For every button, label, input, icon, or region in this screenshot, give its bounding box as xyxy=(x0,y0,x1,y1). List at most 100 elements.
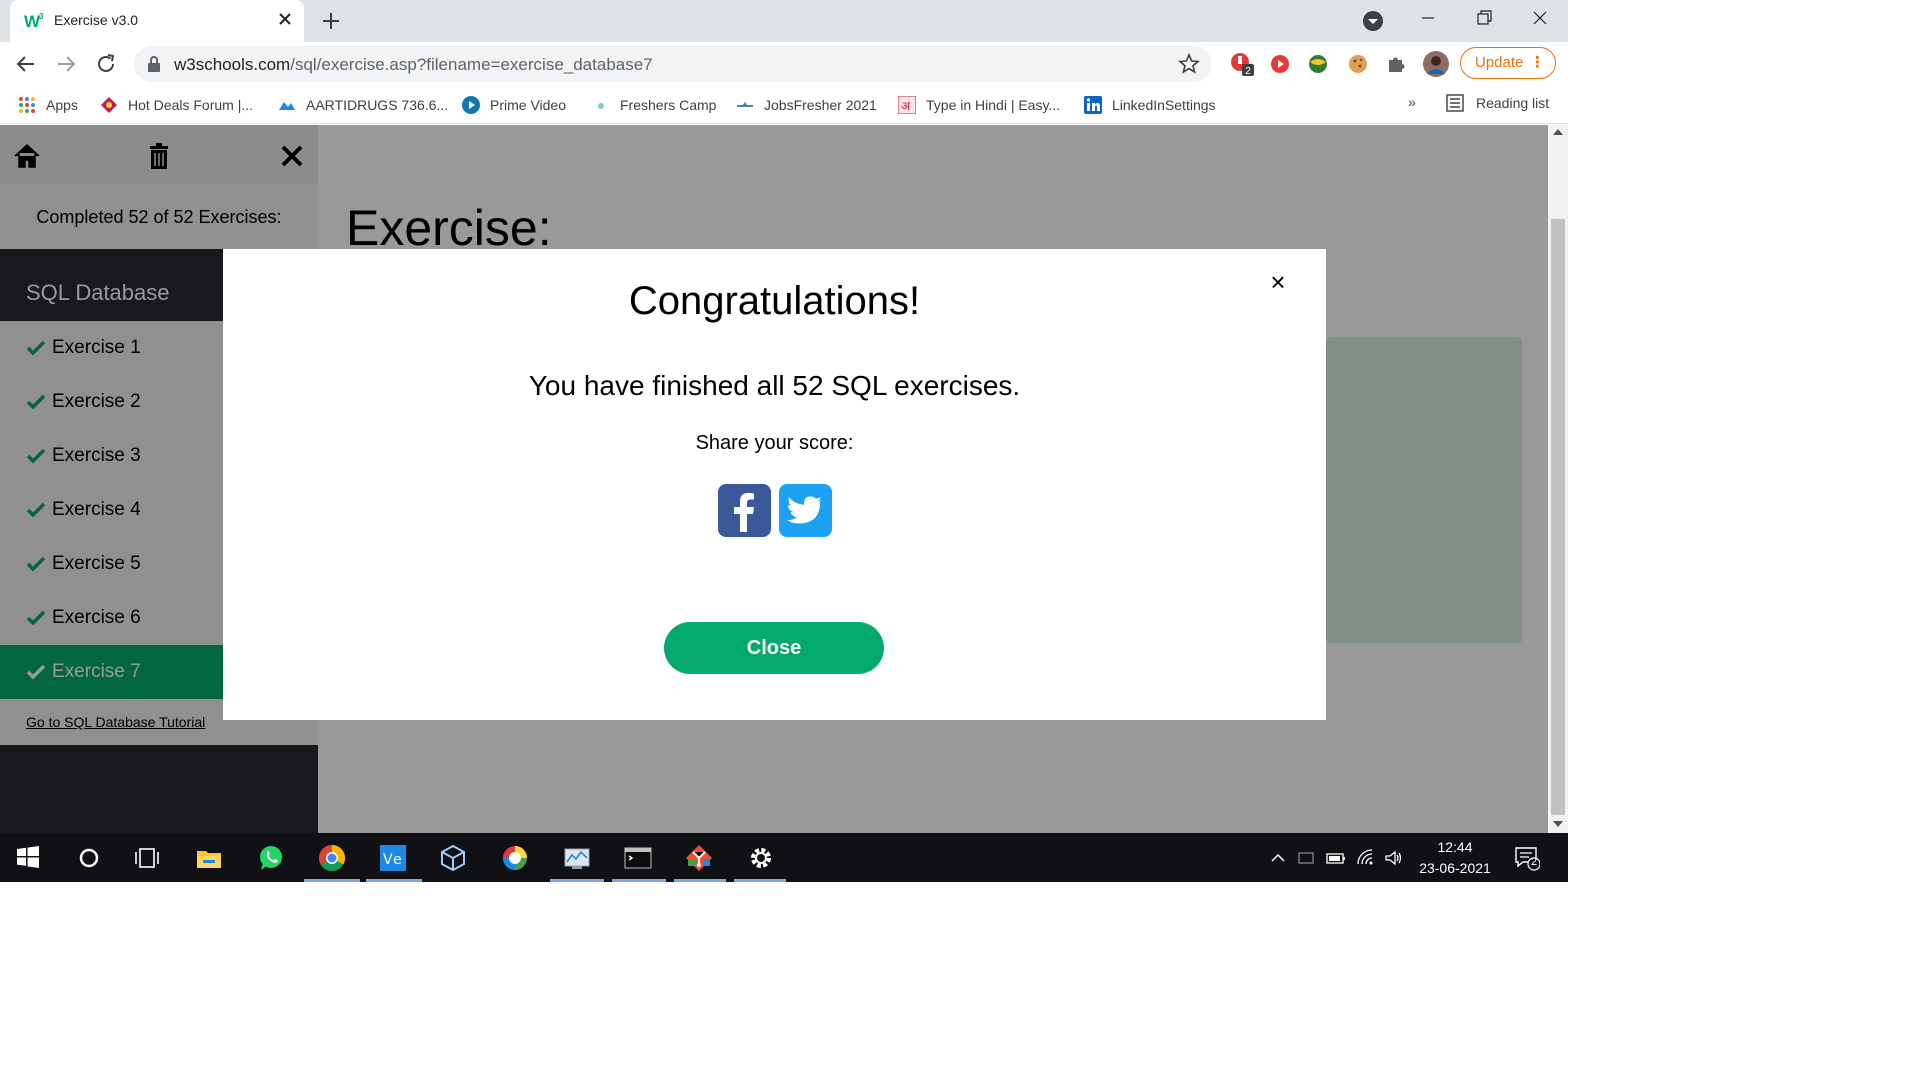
bookmark-label: Apps xyxy=(46,97,78,113)
wifi-icon[interactable] xyxy=(1356,848,1376,868)
bookmark-label: Type in Hindi | Easy... xyxy=(926,97,1061,113)
terminal-indicator xyxy=(612,879,666,882)
tray-overflow-chevron-icon[interactable] xyxy=(1268,848,1288,868)
bookmark-jobsfresher[interactable]: JobsFresher 2021 xyxy=(736,94,877,116)
browser-toolbar: w3schools.com/sql/exercise.asp?filename=… xyxy=(0,42,1568,86)
twitter-icon xyxy=(787,496,822,524)
terminal-icon[interactable] xyxy=(623,843,653,873)
tab-strip: W 3 Exercise v3.0 xyxy=(0,0,1568,42)
scroll-down-icon[interactable] xyxy=(1553,821,1563,827)
back-icon[interactable] xyxy=(12,50,40,78)
tab-title: Exercise v3.0 xyxy=(54,12,139,28)
update-button[interactable]: Update ⋮ xyxy=(1460,47,1556,79)
reload-icon[interactable] xyxy=(92,50,120,78)
bookmark-label: Prime Video xyxy=(490,97,567,113)
bookmark-apps[interactable]: Apps xyxy=(18,94,78,116)
stock-icon xyxy=(279,102,295,110)
restore-icon[interactable] xyxy=(1472,6,1496,30)
battery-icon[interactable] xyxy=(1326,848,1346,868)
jobsfresher-icon xyxy=(737,102,753,107)
deals-icon xyxy=(101,97,117,113)
extensions-puzzle-icon[interactable] xyxy=(1384,52,1408,76)
update-label: Update xyxy=(1475,54,1524,71)
apps-grid-icon xyxy=(19,97,35,113)
settings-gear-icon[interactable] xyxy=(746,843,776,873)
svg-text:अ: अ xyxy=(901,99,911,113)
bookmark-linkedin[interactable]: LinkedInSettings xyxy=(1084,94,1216,116)
bookmarks-overflow-icon[interactable]: » xyxy=(1408,94,1416,110)
svg-text:V: V xyxy=(383,852,393,868)
bookmark-star-icon[interactable] xyxy=(1178,53,1200,75)
task-view-icon[interactable] xyxy=(132,843,162,873)
virtualbox-icon[interactable] xyxy=(438,843,468,873)
git-icon[interactable] xyxy=(684,843,714,873)
bookmarks-bar: Apps Hot Deals Forum |... AARTIDRUGS 736… xyxy=(0,86,1568,124)
tray-device-icon[interactable] xyxy=(1296,848,1316,868)
modal-message: You have finished all 52 SQL exercises. xyxy=(528,370,1021,401)
tab-search-icon[interactable] xyxy=(1362,10,1384,32)
svg-text:3: 3 xyxy=(39,12,44,21)
chrome-menu-icon[interactable]: ⋮ xyxy=(1530,48,1545,78)
window-close-icon[interactable] xyxy=(1528,6,1552,30)
file-explorer-icon[interactable] xyxy=(194,843,224,873)
chrome-active-indicator xyxy=(304,879,360,882)
share-label: Share your score: xyxy=(695,432,854,454)
scroll-up-icon[interactable] xyxy=(1553,129,1563,135)
windows-start-icon[interactable] xyxy=(16,845,40,869)
forward-icon[interactable] xyxy=(52,50,80,78)
notification-count: 2 xyxy=(1530,856,1538,868)
profile-avatar[interactable] xyxy=(1422,50,1450,78)
chrome-icon[interactable] xyxy=(317,843,347,873)
git-indicator xyxy=(674,879,726,882)
facebook-share-button[interactable] xyxy=(718,484,771,537)
extension-record-icon[interactable] xyxy=(1268,52,1292,76)
color-app-icon[interactable] xyxy=(500,843,530,873)
windows-taskbar: Ve 12:44 23-06-2021 2 xyxy=(0,833,1568,882)
bookmark-label: Hot Deals Forum |... xyxy=(128,97,254,113)
url-path: /sql/exercise.asp?filename=exercise_data… xyxy=(290,55,653,74)
close-button[interactable]: Close xyxy=(664,622,884,674)
address-bar[interactable]: w3schools.com/sql/exercise.asp?filename=… xyxy=(134,46,1212,82)
bookmark-freshers-camp[interactable]: Freshers Camp xyxy=(592,94,716,116)
whatsapp-icon[interactable] xyxy=(256,843,286,873)
url-text[interactable]: w3schools.com/sql/exercise.asp?filename=… xyxy=(174,55,653,75)
reading-list-button[interactable]: Reading list xyxy=(1446,94,1549,112)
page-scrollbar[interactable] xyxy=(1548,125,1568,833)
bookmark-label: LinkedInSettings xyxy=(1112,97,1216,113)
browser-tab[interactable]: W 3 Exercise v3.0 xyxy=(10,0,304,42)
extension-cookie-icon[interactable] xyxy=(1346,52,1370,76)
performance-monitor-icon[interactable] xyxy=(562,843,592,873)
lock-icon[interactable] xyxy=(146,55,162,73)
bookmark-hot-deals[interactable]: Hot Deals Forum |... xyxy=(100,94,253,116)
bookmark-prime-video[interactable]: Prime Video xyxy=(462,94,566,116)
hindi-icon: अ xyxy=(898,96,916,114)
congratulations-modal: × Congratulations! You have finished all… xyxy=(223,249,1326,720)
bookmark-type-in-hindi[interactable]: अ Type in Hindi | Easy... xyxy=(898,94,1060,116)
cortana-search-icon[interactable] xyxy=(74,843,104,873)
action-center-button[interactable]: 2 xyxy=(1514,845,1541,871)
bookmark-aartidrugs[interactable]: AARTIDRUGS 736.6... xyxy=(278,94,448,116)
clock-time: 12:44 xyxy=(1437,839,1473,855)
reading-list-label: Reading list xyxy=(1476,95,1550,111)
vscode-indicator xyxy=(366,879,422,882)
extension-globe-icon[interactable] xyxy=(1306,52,1330,76)
tab-close-icon[interactable] xyxy=(274,8,296,30)
svg-text:e: e xyxy=(393,852,402,868)
linkedin-icon xyxy=(1084,96,1102,114)
settings-indicator xyxy=(734,879,786,882)
new-tab-icon[interactable] xyxy=(318,8,344,34)
prime-video-icon xyxy=(462,96,480,114)
bookmark-label: AARTIDRUGS 736.6... xyxy=(306,97,449,113)
taskbar-clock[interactable]: 12:44 23-06-2021 xyxy=(1412,837,1498,879)
facebook-icon xyxy=(734,493,754,532)
bookmark-label: JobsFresher 2021 xyxy=(764,97,877,113)
clock-date: 23-06-2021 xyxy=(1419,860,1491,876)
volume-icon[interactable] xyxy=(1384,848,1404,868)
twitter-share-button[interactable] xyxy=(779,484,832,537)
reading-list-icon xyxy=(1446,94,1464,112)
minimize-icon[interactable] xyxy=(1416,6,1440,30)
modal-title: Congratulations! xyxy=(628,279,921,323)
url-host: w3schools.com xyxy=(174,55,291,74)
vscode-icon[interactable]: Ve xyxy=(378,843,408,873)
scrollbar-thumb[interactable] xyxy=(1551,219,1565,815)
